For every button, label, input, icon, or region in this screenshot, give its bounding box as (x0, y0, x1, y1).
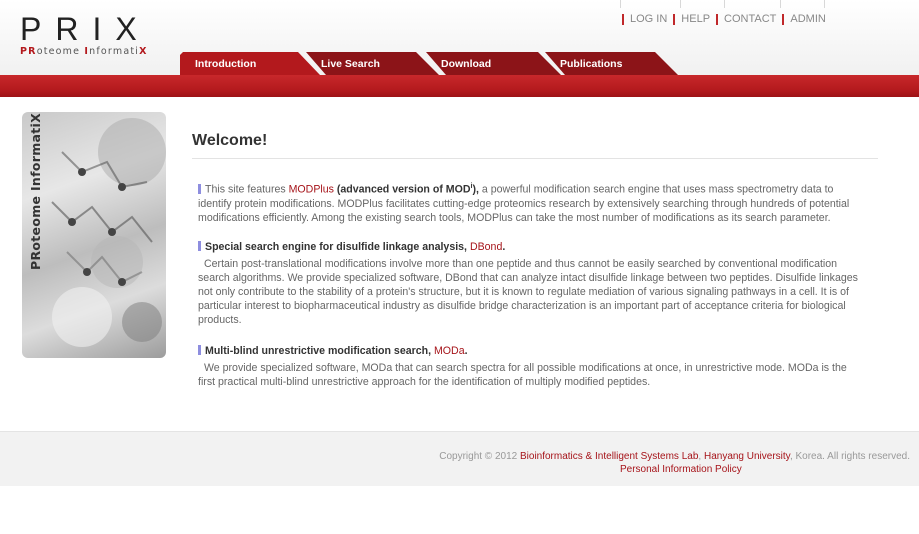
copyright-text: Copyright © 2012 Bioinformatics & Intell… (439, 451, 910, 462)
site-logo[interactable]: PRIX PRoteome InformatiX (20, 11, 151, 57)
section-body: We provide specialized software, MODa th… (198, 362, 847, 388)
molecule-illustration (51, 118, 166, 347)
page-title: Welcome! (192, 132, 878, 159)
tab-download-label: Download (441, 58, 492, 70)
tab-publications[interactable]: Publications (545, 52, 685, 75)
site-footer: Copyright © 2012 Bioinformatics & Intell… (0, 431, 919, 486)
header-red-bar (0, 75, 919, 97)
top-nav: LOG IN HELP CONTACT ADMIN (622, 14, 832, 25)
lab-link[interactable]: Bioinformatics & Intelligent Systems Lab (520, 451, 698, 462)
main-tabs: Introduction Live Search Download Public… (180, 52, 680, 75)
bullet-marker (198, 345, 201, 355)
admin-link[interactable]: ADMIN (782, 14, 826, 25)
section-heading: Multi-blind unrestrictive modification s… (198, 344, 860, 358)
tab-introduction[interactable]: Introduction (180, 52, 325, 75)
tab-introduction-label: Introduction (195, 58, 257, 70)
dbond-link[interactable]: DBond (470, 241, 502, 253)
side-panel-text: PRoteome InformatiX (28, 112, 43, 270)
logo-title: PRIX (20, 11, 151, 47)
help-link[interactable]: HELP (673, 14, 710, 25)
tab-live-search-label: Live Search (321, 58, 380, 70)
privacy-policy-link[interactable]: Personal Information Policy (620, 464, 742, 475)
section-moda: Multi-blind unrestrictive modification s… (198, 344, 860, 389)
main-content: Welcome! This site features MODPlus (adv… (192, 132, 878, 388)
side-image-panel: PRoteome InformatiX (22, 112, 166, 358)
tab-publications-label: Publications (560, 58, 623, 70)
logo-subtitle: PRoteome InformatiX (20, 46, 148, 57)
section-heading: Special search engine for disulfide link… (198, 240, 860, 254)
section-body: Certain post-translational modifications… (198, 258, 858, 326)
login-link[interactable]: LOG IN (622, 14, 667, 25)
bullet-marker (198, 183, 201, 194)
modplus-link[interactable]: MODPlus (289, 184, 334, 196)
tab-live-search[interactable]: Live Search (306, 52, 446, 75)
section-text: This site features (205, 183, 289, 196)
bullet-marker (198, 241, 201, 251)
section-dbond: Special search engine for disulfide link… (198, 240, 860, 327)
section-modplus: This site features MODPlus (advanced ver… (198, 180, 860, 225)
university-link[interactable]: Hanyang University (704, 451, 790, 462)
moda-link[interactable]: MODa (434, 345, 465, 357)
contact-link[interactable]: CONTACT (716, 14, 776, 25)
section-bold-text: (advanced version of MOD (333, 183, 471, 196)
